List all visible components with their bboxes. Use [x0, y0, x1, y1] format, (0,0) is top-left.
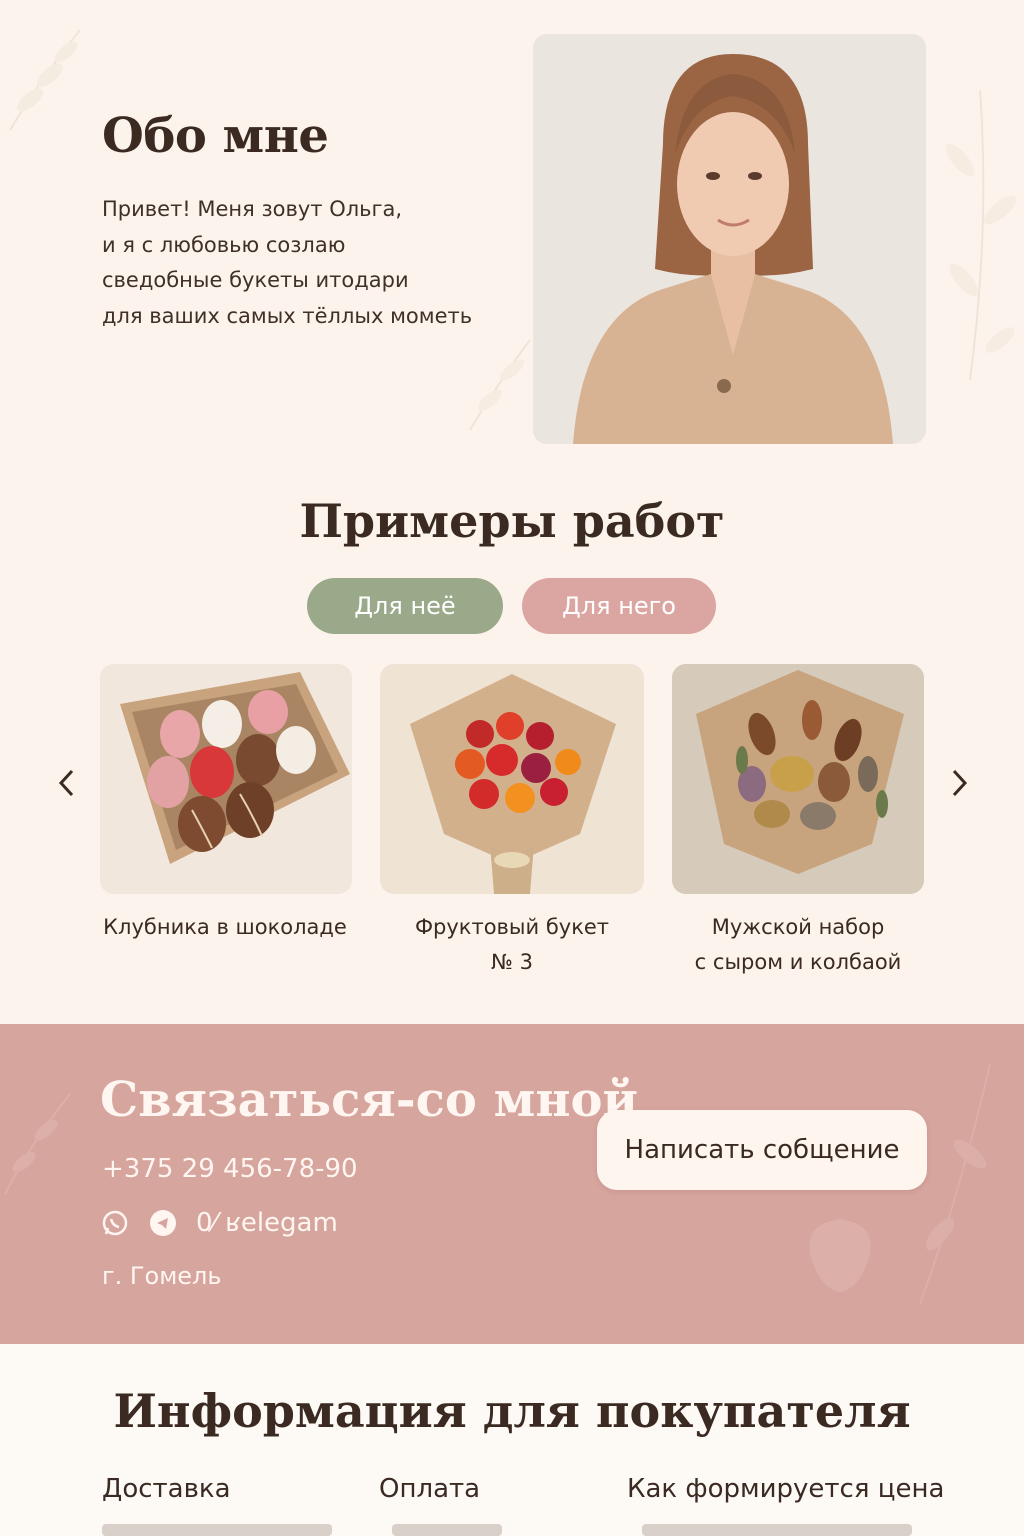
caption-line: Фруктовый букет — [414, 915, 610, 939]
page: Обо мне Привет! Меня зовут Ольга, и я с … — [0, 0, 1024, 1536]
chevron-left-icon — [58, 769, 74, 797]
product-card-fruit-bouquet-image[interactable] — [380, 664, 644, 894]
works-title: Примеры работ — [299, 494, 725, 548]
whatsapp-icon[interactable] — [100, 1208, 130, 1238]
product-card-mens-set-image[interactable] — [672, 664, 924, 894]
info-column-pricing[interactable]: Как формируется цена — [627, 1474, 944, 1504]
social-handle[interactable]: 0⁄ ʁelegam — [196, 1208, 338, 1238]
contact-section: Связаться-со мной +375 29 456-78-90 0⁄ ʁ… — [0, 1024, 1024, 1344]
caption-line: Клубника в шоколаде — [103, 915, 347, 939]
contact-phone[interactable]: +375 29 456-78-90 — [102, 1154, 358, 1184]
info-text-cutoff — [392, 1524, 502, 1536]
info-text-cutoff — [102, 1524, 332, 1536]
caption-line: с сыром и колбаой — [694, 950, 902, 974]
carousel-prev-button[interactable] — [52, 768, 82, 798]
tab-for-her[interactable]: Для неё — [307, 578, 503, 634]
product-card-strawberries-image[interactable] — [100, 664, 352, 894]
telegram-icon[interactable] — [148, 1208, 178, 1238]
strawberry-decoration-icon — [809, 1219, 871, 1292]
social-links: 0⁄ ʁelegam — [100, 1208, 338, 1238]
contact-city: г. Гомель — [102, 1262, 222, 1290]
product-card-mens-set-caption: Мужской набор с сыром и колбаой — [664, 910, 932, 980]
info-text-cutoff — [642, 1524, 912, 1536]
product-card-strawberries-caption: Клубника в шоколаде — [90, 910, 360, 945]
caption-line: № 3 — [491, 950, 533, 974]
info-column-delivery[interactable]: Доставка — [102, 1474, 231, 1504]
info-title: Информация для покупателя — [113, 1384, 911, 1438]
about-text-line: для ваших самых тёллых мометь — [102, 303, 473, 328]
send-message-button[interactable]: Написать собщение — [597, 1110, 927, 1190]
about-text-line: и я с любовью созлаю — [102, 232, 346, 257]
about-text-line: Привет! Меня зовут Ольга, — [102, 197, 403, 221]
info-column-payment[interactable]: Оплата — [379, 1474, 480, 1504]
tab-for-him[interactable]: Для него — [522, 578, 716, 634]
portrait-photo — [533, 34, 926, 444]
caption-line: Мужской набор — [711, 915, 885, 939]
chevron-right-icon — [952, 769, 968, 797]
about-text: Привет! Меня зовут Ольга, и я с любовью … — [102, 192, 522, 334]
leaf-decoration-icon — [4, 1093, 71, 1195]
about-section: Обо мне Привет! Меня зовут Ольга, и я с … — [0, 0, 1024, 470]
about-title: Обо мне — [102, 108, 329, 164]
about-text-line: сведобные букеты итодари — [102, 268, 409, 292]
buyer-info-section: Информация для покупателя Доставка Оплат… — [0, 1344, 1024, 1536]
product-card-fruit-bouquet-caption: Фруктовый букет № 3 — [372, 910, 652, 980]
carousel-next-button[interactable] — [944, 768, 974, 798]
contact-title: Связаться-со мной — [100, 1072, 639, 1128]
